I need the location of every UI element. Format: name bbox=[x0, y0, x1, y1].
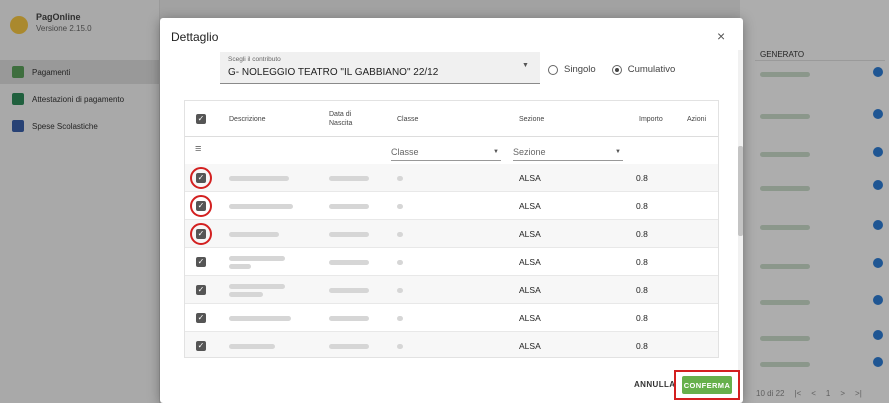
select-all-checkbox[interactable]: ✓ bbox=[196, 114, 206, 124]
sezione-filter-select[interactable]: Sezione ▼ bbox=[513, 141, 623, 161]
cell-importo: 0.8 bbox=[636, 313, 648, 323]
table-header: ✓ Descrizione Data di Nascita Classe Sez… bbox=[185, 101, 718, 137]
cell-sezione: ALSA bbox=[519, 285, 541, 295]
blurred-class bbox=[397, 204, 403, 209]
th-descrizione[interactable]: Descrizione bbox=[229, 101, 266, 137]
blurred-date bbox=[329, 344, 369, 349]
th-classe[interactable]: Classe bbox=[397, 101, 418, 137]
filter-icon[interactable]: ≡ bbox=[195, 143, 201, 155]
blurred-class bbox=[397, 288, 403, 293]
row-checkbox[interactable]: ✓ bbox=[196, 313, 206, 323]
detail-table: ✓ Descrizione Data di Nascita Classe Sez… bbox=[184, 100, 719, 358]
detail-dialog: Dettaglio × Scegli il contributo G- NOLE… bbox=[160, 18, 743, 403]
cell-sezione: ALSA bbox=[519, 313, 541, 323]
cell-sezione: ALSA bbox=[519, 173, 541, 183]
radio-singolo[interactable] bbox=[548, 64, 558, 75]
conferma-highlight-box bbox=[674, 370, 740, 400]
table-row[interactable]: ✓ ALSA 0.8 bbox=[185, 248, 718, 276]
filter-row: ≡ Classe ▼ Sezione ▼ bbox=[185, 137, 718, 164]
dialog-title: Dettaglio bbox=[171, 30, 219, 44]
classe-filter-select[interactable]: Classe ▼ bbox=[391, 141, 501, 161]
highlight-circle bbox=[190, 195, 212, 217]
radio-cumulativo-label: Cumulativo bbox=[627, 64, 676, 75]
blurred-date bbox=[329, 288, 369, 293]
blurred-date bbox=[329, 232, 369, 237]
blurred-name bbox=[229, 256, 285, 261]
blurred-name bbox=[229, 232, 279, 237]
cell-importo: 0.8 bbox=[636, 285, 648, 295]
close-icon[interactable]: × bbox=[717, 28, 725, 44]
blurred-date bbox=[329, 316, 369, 321]
th-sezione[interactable]: Sezione bbox=[519, 101, 544, 137]
chevron-down-icon: ▼ bbox=[493, 149, 499, 155]
blurred-date bbox=[329, 176, 369, 181]
blurred-name bbox=[229, 284, 285, 289]
radio-singolo-label: Singolo bbox=[564, 64, 596, 75]
annulla-button[interactable]: ANNULLA bbox=[634, 380, 675, 389]
cell-importo: 0.8 bbox=[636, 341, 648, 351]
blurred-name bbox=[229, 264, 251, 269]
contributo-select-label: Scegli il contributo bbox=[228, 56, 281, 63]
blurred-class bbox=[397, 344, 403, 349]
row-checkbox[interactable]: ✓ bbox=[196, 341, 206, 351]
classe-filter-placeholder: Classe bbox=[391, 147, 419, 157]
blurred-name bbox=[229, 176, 289, 181]
dialog-footer: ANNULLA CONFERMA bbox=[160, 370, 743, 403]
sezione-filter-placeholder: Sezione bbox=[513, 147, 546, 157]
chevron-down-icon: ▼ bbox=[615, 149, 621, 155]
cell-sezione: ALSA bbox=[519, 341, 541, 351]
table-row[interactable]: ✓ ALSA 0.8 bbox=[185, 332, 718, 357]
table-row[interactable]: ✓ ALSA 0.8 bbox=[185, 220, 718, 248]
radio-cumulativo[interactable] bbox=[611, 64, 622, 75]
table-row[interactable]: ✓ ALSA 0.8 bbox=[185, 276, 718, 304]
table-row[interactable]: ✓ ALSA 0.8 bbox=[185, 164, 718, 192]
th-importo[interactable]: Importo bbox=[639, 101, 663, 137]
chevron-down-icon: ▼ bbox=[522, 62, 529, 69]
contributo-select[interactable]: Scegli il contributo G- NOLEGGIO TEATRO … bbox=[220, 52, 540, 84]
row-checkbox[interactable]: ✓ bbox=[196, 285, 206, 295]
blurred-class bbox=[397, 260, 403, 265]
highlight-circle bbox=[190, 223, 212, 245]
cell-importo: 0.8 bbox=[636, 201, 648, 211]
mode-radio-group: Singolo Cumulativo bbox=[548, 64, 675, 75]
th-data-nascita[interactable]: Data di Nascita bbox=[329, 101, 369, 137]
cell-sezione: ALSA bbox=[519, 257, 541, 267]
table-row[interactable]: ✓ ALSA 0.8 bbox=[185, 304, 718, 332]
blurred-class bbox=[397, 316, 403, 321]
cell-sezione: ALSA bbox=[519, 201, 541, 211]
blurred-class bbox=[397, 176, 403, 181]
blurred-name bbox=[229, 292, 263, 297]
blurred-name bbox=[229, 316, 291, 321]
blurred-date bbox=[329, 204, 369, 209]
blurred-name bbox=[229, 204, 293, 209]
cell-importo: 0.8 bbox=[636, 257, 648, 267]
contributo-select-value: G- NOLEGGIO TEATRO "IL GABBIANO" 22/12 bbox=[228, 67, 439, 78]
blurred-name bbox=[229, 344, 275, 349]
blurred-date bbox=[329, 260, 369, 265]
row-checkbox[interactable]: ✓ bbox=[196, 257, 206, 267]
highlight-circle bbox=[190, 167, 212, 189]
blurred-class bbox=[397, 232, 403, 237]
dialog-scrollbar-thumb[interactable] bbox=[738, 146, 743, 236]
cell-sezione: ALSA bbox=[519, 229, 541, 239]
cell-importo: 0.8 bbox=[636, 173, 648, 183]
table-row[interactable]: ✓ ALSA 0.8 bbox=[185, 192, 718, 220]
cell-importo: 0.8 bbox=[636, 229, 648, 239]
th-azioni: Azioni bbox=[687, 115, 707, 123]
